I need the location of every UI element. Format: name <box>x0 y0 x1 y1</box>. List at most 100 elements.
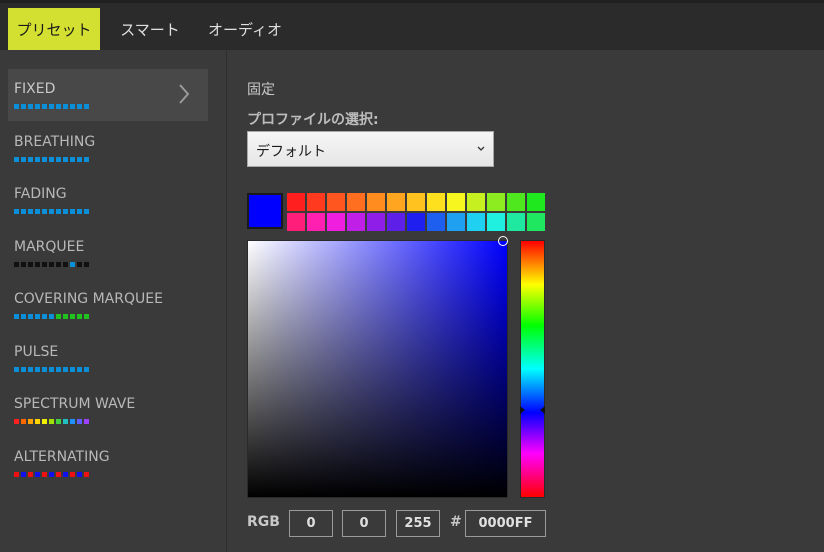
current-color-swatch <box>247 193 283 229</box>
effect-item-fading[interactable]: FADING <box>8 174 208 226</box>
palette-swatch[interactable] <box>347 193 365 211</box>
preview-dot <box>28 261 33 267</box>
palette-swatch[interactable] <box>487 213 505 231</box>
effect-preview-dots <box>14 156 91 162</box>
tab-presets[interactable]: プリセット <box>8 8 100 50</box>
palette-swatch[interactable] <box>527 213 545 231</box>
palette-swatch[interactable] <box>387 193 405 211</box>
preview-dot <box>49 419 54 424</box>
palette-swatch[interactable] <box>367 193 385 211</box>
palette-swatch[interactable] <box>427 213 445 231</box>
preview-dot <box>63 209 68 214</box>
palette-swatch[interactable] <box>467 213 485 231</box>
palette-swatch[interactable] <box>287 213 305 231</box>
palette-swatch[interactable] <box>487 193 505 211</box>
effect-item-alternating[interactable]: ALTERNATING <box>8 437 208 489</box>
effect-item-breathing[interactable]: BREATHING <box>8 122 208 174</box>
preview-dot <box>49 366 54 372</box>
preview-dot <box>49 209 54 214</box>
preview-dot <box>84 209 89 214</box>
palette-swatch[interactable] <box>307 193 325 211</box>
preview-dot <box>56 209 61 214</box>
palette-swatch[interactable] <box>447 193 465 211</box>
hue-marker-right[interactable] <box>540 406 545 414</box>
effect-preview-dots <box>14 261 91 267</box>
preview-dot <box>63 366 68 372</box>
preview-dot <box>35 156 40 162</box>
palette-swatch[interactable] <box>467 193 485 211</box>
preview-dot <box>14 471 19 477</box>
preview-dot <box>28 156 33 162</box>
hue-slider[interactable] <box>520 240 545 498</box>
blue-input[interactable]: 255 <box>396 510 440 537</box>
preview-dot <box>21 261 26 267</box>
effect-item-pulse[interactable]: PULSE <box>8 332 208 384</box>
preview-dot <box>42 209 47 214</box>
palette-swatch[interactable] <box>367 213 385 231</box>
palette-swatch[interactable] <box>507 193 525 211</box>
preview-dot <box>14 261 19 267</box>
effect-label: MARQUEE <box>14 238 85 255</box>
preview-dot <box>56 261 61 267</box>
tab-audio[interactable]: オーディオ <box>200 8 290 50</box>
red-input[interactable]: 0 <box>289 510 333 537</box>
preview-dot <box>49 104 54 109</box>
palette-swatch[interactable] <box>407 193 425 211</box>
effect-item-fixed[interactable]: FIXED <box>8 69 208 121</box>
palette-swatch[interactable] <box>307 213 325 231</box>
preview-dot <box>70 366 75 372</box>
preview-dot <box>77 104 82 109</box>
tab-smart[interactable]: スマート <box>112 8 188 50</box>
effect-label: FADING <box>14 186 67 202</box>
palette-swatch[interactable] <box>327 193 345 211</box>
preview-dot <box>14 419 19 424</box>
palette-swatch[interactable] <box>347 213 365 231</box>
hex-input[interactable]: 0000FF <box>465 510 546 537</box>
preview-dot <box>77 156 82 162</box>
palette-swatch[interactable] <box>327 213 345 231</box>
chevron-right-icon <box>179 84 190 104</box>
effect-item-spectrum-wave[interactable]: SPECTRUM WAVE <box>8 384 208 436</box>
preview-dot <box>56 104 61 109</box>
preview-dot <box>35 366 40 372</box>
preview-dot <box>63 314 68 319</box>
profile-select-label: プロファイルの選択: <box>247 112 379 128</box>
preview-dot <box>63 104 68 109</box>
palette-swatch[interactable] <box>287 193 305 211</box>
effect-preview-dots <box>14 104 91 109</box>
preview-dot <box>70 156 75 162</box>
preview-dot <box>35 261 40 267</box>
preview-dot <box>56 156 61 162</box>
green-input[interactable]: 0 <box>342 510 386 537</box>
preview-dot <box>84 419 89 424</box>
profile-dropdown[interactable]: デフォルト <box>247 131 494 167</box>
sidebar-divider <box>226 50 227 552</box>
preview-dot <box>63 419 68 424</box>
preview-dot <box>63 471 68 477</box>
palette-swatch[interactable] <box>427 193 445 211</box>
saturation-value-picker[interactable] <box>247 240 508 498</box>
palette-swatch[interactable] <box>507 213 525 231</box>
preview-dot <box>84 156 89 162</box>
preview-dot <box>42 366 47 372</box>
effect-item-covering-marquee[interactable]: COVERING MARQUEE <box>8 279 208 331</box>
preview-dot <box>42 314 47 319</box>
preview-dot <box>56 366 61 372</box>
palette-swatch[interactable] <box>527 193 545 211</box>
picker-handle[interactable] <box>498 236 508 246</box>
top-edge <box>0 0 824 3</box>
palette-swatch[interactable] <box>447 213 465 231</box>
color-palette <box>287 193 546 233</box>
effect-preview-dots <box>14 209 91 214</box>
effect-item-marquee[interactable]: MARQUEE <box>8 227 208 279</box>
effect-preview-dots <box>14 366 91 372</box>
preview-dot <box>70 314 75 319</box>
preview-dot <box>21 156 26 162</box>
preview-dot <box>35 471 40 477</box>
preview-dot <box>84 314 89 319</box>
preview-dot <box>21 366 26 372</box>
palette-swatch[interactable] <box>387 213 405 231</box>
preview-dot <box>70 471 75 477</box>
hue-marker-left[interactable] <box>520 406 525 414</box>
palette-swatch[interactable] <box>407 213 425 231</box>
